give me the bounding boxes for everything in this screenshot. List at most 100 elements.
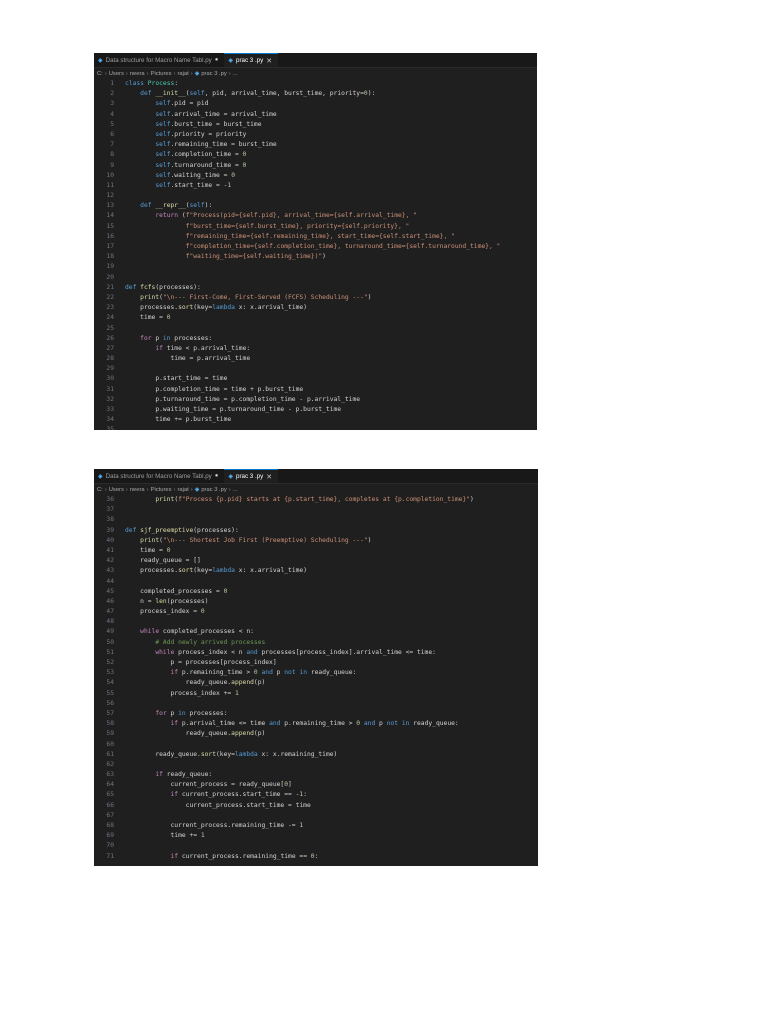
code-line[interactable]: 10 self.waiting_time = 0 [94,171,537,181]
code-line[interactable]: 24 time = 0 [94,313,537,323]
code-line[interactable]: 55 process_index += 1 [94,689,538,699]
code-line[interactable]: 26 for p in processes: [94,334,537,344]
code-text[interactable]: if p.remaining_time > 0 and p not in rea… [125,668,357,678]
code-line[interactable]: 17 f"completion_time={self.completion_ti… [94,242,537,252]
code-line[interactable]: 64 current_process = ready_queue[0] [94,780,538,790]
code-text[interactable]: if time < p.arrival_time: [125,344,250,354]
breadcrumb-item[interactable]: prac 3 .py [201,71,226,77]
code-text[interactable]: self.completion_time = 0 [125,150,246,160]
code-text[interactable]: time = p.arrival_time [125,354,250,364]
code-line[interactable]: 53 if p.remaining_time > 0 and p not in … [94,668,538,678]
breadcrumb-item[interactable]: C: [97,487,103,493]
code-text[interactable]: while process_index < n and processes[pr… [125,648,436,658]
code-line[interactable]: 54 ready_queue.append(p) [94,678,538,688]
code-line[interactable]: 43 processes.sort(key=lambda x: x.arriva… [94,566,538,576]
code-text[interactable]: class Process: [125,79,178,89]
code-line[interactable]: 46 n = len(processes) [94,597,538,607]
breadcrumb-item[interactable]: ... [233,487,238,493]
code-line[interactable]: 18 f"waiting_time={self.waiting_time})") [94,252,537,262]
code-line[interactable]: 39 def sjf_preemptive(processes): [94,526,538,536]
code-text[interactable]: print("\n--- Shortest Job First (Preempt… [125,536,371,546]
code-text[interactable]: while completed_processes < n: [125,627,254,637]
code-line[interactable]: 63 if ready_queue: [94,770,538,780]
breadcrumb-item[interactable]: C: [97,71,103,77]
code-line[interactable]: 33 p.waiting_time = p.turnaround_time - … [94,405,537,415]
code-line[interactable]: 61 ready_queue.sort(key=lambda x: x.rema… [94,750,538,760]
code-text[interactable]: n = len(processes) [125,597,208,607]
code-line[interactable]: 32 p.turnaround_time = p.completion_time… [94,395,537,405]
code-line[interactable]: 3 self.pid = pid [94,99,537,109]
code-line[interactable]: 7 self.remaining_time = burst_time [94,140,537,150]
code-line[interactable]: 8 self.completion_time = 0 [94,150,537,160]
code-text[interactable]: self.arrival_time = arrival_time [125,110,276,120]
code-line[interactable]: 31 p.completion_time = time + p.burst_ti… [94,385,537,395]
code-line[interactable]: 70 [94,841,538,851]
code-line[interactable]: 11 self.start_time = -1 [94,181,537,191]
code-line[interactable]: 2 def __init__(self, pid, arrival_time, … [94,89,537,99]
breadcrumb-item[interactable]: neera [130,487,145,493]
code-line[interactable]: 57 for p in processes: [94,709,538,719]
code-text[interactable]: print(f"Process {p.pid} starts at {p.sta… [125,495,473,505]
code-line[interactable]: 4 self.arrival_time = arrival_time [94,110,537,120]
code-text[interactable]: time += 1 [125,831,204,841]
code-line[interactable]: 6 self.priority = priority [94,130,537,140]
code-text[interactable]: if current_process.remaining_time == 0: [125,852,319,862]
code-text[interactable]: ready_queue.append(p) [125,729,266,739]
code-line[interactable]: 62 [94,760,538,770]
tab-prac3[interactable]: ◆ prac 3 .py ✕ [224,469,279,483]
code-line[interactable]: 42 ready_queue = [] [94,556,538,566]
code-text[interactable]: p = processes[process_index] [125,658,276,668]
code-line[interactable]: 34 time += p.burst_time [94,415,537,425]
breadcrumb-item[interactable]: ... [233,71,238,77]
code-line[interactable]: 28 time = p.arrival_time [94,354,537,364]
code-line[interactable]: 20 [94,273,537,283]
code-line[interactable]: 1 class Process: [94,79,537,89]
code-text[interactable]: process_index = 0 [125,607,204,617]
code-area[interactable]: 1 class Process: 2 def __init__(self, pid,… [94,79,537,430]
code-text[interactable]: time += p.burst_time [125,415,231,425]
code-line[interactable]: 65 if current_process.start_time == -1: [94,790,538,800]
code-text[interactable]: p.start_time = time [125,374,227,384]
code-text[interactable]: time = 0 [125,546,170,556]
code-text[interactable]: for p in processes: [125,709,227,719]
code-text[interactable]: ready_queue.sort(key=lambda x: x.remaini… [125,750,337,760]
code-text[interactable]: f"burst_time={self.burst_time}, priority… [125,222,410,232]
code-line[interactable]: 29 [94,364,537,374]
code-text[interactable]: self.waiting_time = 0 [125,171,235,181]
code-line[interactable]: 27 if time < p.arrival_time: [94,344,537,354]
code-text[interactable]: for p in processes: [125,334,212,344]
breadcrumb-item[interactable]: rajat [177,71,188,77]
code-text[interactable]: ready_queue.append(p) [125,678,266,688]
code-text[interactable]: time = 0 [125,313,170,323]
code-line[interactable]: 59 ready_queue.append(p) [94,729,538,739]
code-text[interactable]: processes.sort(key=lambda x: x.arrival_t… [125,303,307,313]
code-line[interactable]: 35 [94,425,537,430]
code-text[interactable]: f"waiting_time={self.waiting_time})") [125,252,326,262]
breadcrumb-item[interactable]: prac 3 .py [201,487,226,493]
breadcrumb-item[interactable]: Users [109,487,124,493]
code-text[interactable]: current_process = ready_queue[0] [125,780,291,790]
code-text[interactable]: f"completion_time={self.completion_time}… [125,242,501,252]
code-text[interactable]: # Add newly arrived processes [125,638,265,648]
code-text[interactable]: self.pid = pid [125,99,208,109]
code-text[interactable]: self.burst_time = burst_time [125,120,261,130]
code-text[interactable]: current_process.remaining_time -= 1 [125,821,303,831]
code-line[interactable]: 41 time = 0 [94,546,538,556]
code-line[interactable]: 19 [94,262,537,272]
code-line[interactable]: 60 [94,740,538,750]
code-text[interactable]: f"remaining_time={self.remaining_time}, … [125,232,455,242]
code-line[interactable]: 37 [94,505,538,515]
code-line[interactable]: 40 print("\n--- Shortest Job First (Pree… [94,536,538,546]
code-line[interactable]: 22 print("\n--- First-Come, First-Served… [94,293,537,303]
code-line[interactable]: 16 f"remaining_time={self.remaining_time… [94,232,537,242]
code-line[interactable]: 58 if p.arrival_time <= time and p.remai… [94,719,538,729]
breadcrumb-item[interactable]: Pictures [151,487,172,493]
code-line[interactable]: 13 def __repr__(self): [94,201,537,211]
code-text[interactable]: if p.arrival_time <= time and p.remainin… [125,719,459,729]
code-line[interactable]: 25 [94,324,537,334]
code-text[interactable]: if ready_queue: [125,770,212,780]
code-text[interactable]: p.turnaround_time = p.completion_time - … [125,395,360,405]
code-line[interactable]: 66 current_process.start_time = time [94,801,538,811]
close-tab-icon[interactable]: ✕ [266,57,272,65]
code-text[interactable]: def __repr__(self): [125,201,212,211]
